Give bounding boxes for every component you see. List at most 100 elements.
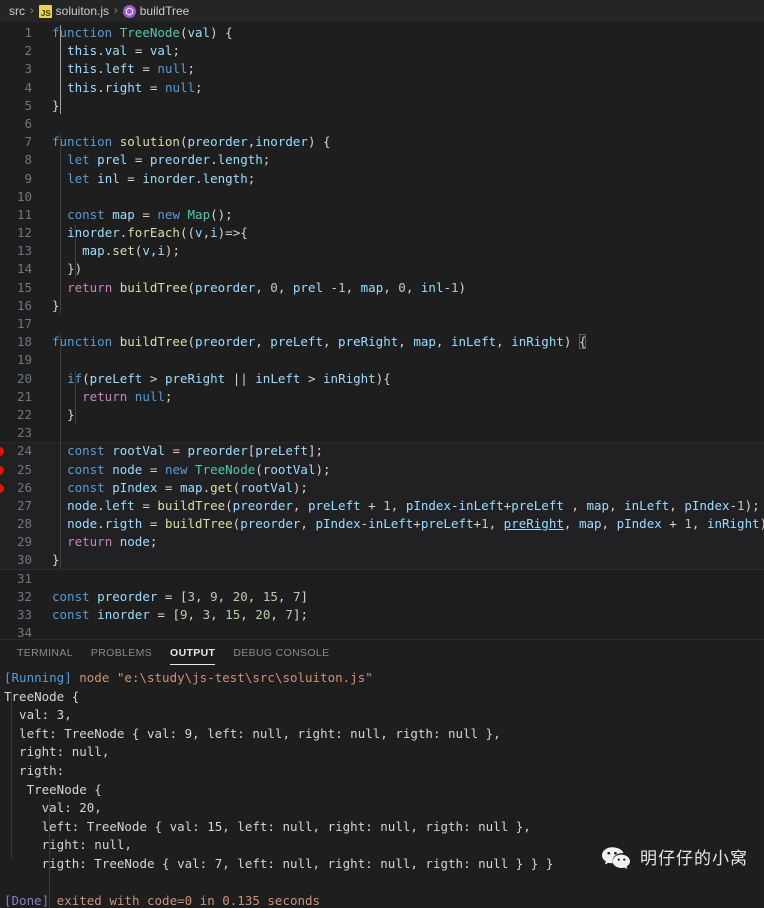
code-line-text: if(preLeft > preRight || inLeft > inRigh…	[67, 370, 391, 386]
code-line[interactable]: 5}	[0, 97, 764, 115]
output-done-tag: [Done]	[4, 893, 50, 908]
breakpoint-icon[interactable]	[0, 483, 4, 493]
code-line[interactable]: 14 })	[0, 260, 764, 278]
line-number: 10	[16, 188, 32, 204]
output-running-tag: [Running]	[4, 670, 72, 685]
code-line[interactable]: 7 function solution(preorder,inorder) {	[0, 133, 764, 151]
watermark: 明仔仔的小窝	[601, 846, 748, 872]
code-line[interactable]: 17	[0, 315, 764, 333]
breadcrumb-item-folder[interactable]: src	[9, 4, 25, 18]
watermark-text: 明仔仔的小窝	[640, 848, 748, 869]
code-line[interactable]: 25 const node = new TreeNode(rootVal);	[0, 460, 764, 479]
code-line[interactable]: 21 return null;	[0, 388, 764, 406]
code-line[interactable]: 22 }	[0, 406, 764, 424]
code-line-text: const pIndex = map.get(rootVal);	[67, 479, 308, 495]
output-line: val: 20,	[4, 800, 102, 816]
panel-tab-bar[interactable]: TERMINAL PROBLEMS OUTPUT DEBUG CONSOLE	[0, 640, 764, 666]
panel-tab-terminal[interactable]: TERMINAL	[8, 640, 82, 666]
breadcrumb[interactable]: src › JS soluiton.js › buildTree	[0, 0, 764, 22]
panel-tab-output[interactable]: OUTPUT	[161, 640, 224, 666]
code-line-text	[44, 424, 52, 442]
code-line[interactable]: 15 return buildTree(preorder, 0, prel -1…	[0, 279, 764, 297]
code-line[interactable]: 26 const pIndex = map.get(rootVal);	[0, 478, 764, 497]
code-line[interactable]: 2 this.val = val;	[0, 42, 764, 60]
code-line[interactable]: 18 function buildTree(preorder, preLeft, …	[0, 333, 764, 351]
line-number: 30	[16, 552, 32, 568]
wechat-logo-icon	[601, 846, 631, 872]
panel-tab-debug-console[interactable]: DEBUG CONSOLE	[224, 640, 338, 666]
output-done-line: [Done] exited with code=0 in 0.135 secon…	[0, 892, 764, 908]
code-line[interactable]: 31	[0, 570, 764, 588]
code-line[interactable]: 9 let inl = inorder.length;	[0, 170, 764, 188]
line-number: 29	[16, 534, 32, 550]
code-line[interactable]: 6	[0, 115, 764, 133]
line-number: 24	[0, 442, 44, 460]
line-number: 16	[16, 297, 32, 313]
code-line[interactable]: 16}	[0, 297, 764, 315]
code-line[interactable]: 3 this.left = null;	[0, 60, 764, 78]
code-line-text: }	[52, 552, 60, 568]
breakpoint-icon[interactable]	[0, 465, 4, 475]
code-line[interactable]: 24 const rootVal = preorder[preLeft];	[0, 442, 764, 461]
code-line[interactable]: 23	[0, 424, 764, 442]
indent-guide	[60, 134, 61, 315]
line-number: 5	[24, 97, 32, 113]
output-line: rigth:	[4, 762, 65, 778]
code-line[interactable]: 12 inorder.forEach((v,i)=>{	[0, 224, 764, 242]
line-number: 4	[24, 79, 32, 95]
breakpoint-icon[interactable]	[0, 447, 4, 457]
breadcrumb-item-file[interactable]: JS soluiton.js	[38, 4, 109, 18]
line-number: 15	[16, 279, 32, 295]
output-line: TreeNode {	[4, 688, 80, 704]
code-line-text: })	[67, 261, 83, 277]
indent-guide	[60, 25, 61, 114]
line-number: 19	[16, 352, 32, 368]
code-line-text: const rootVal = preorder[preLeft];	[67, 443, 324, 459]
code-line[interactable]: 1 function TreeNode(val) {	[0, 24, 764, 42]
line-number: 3	[24, 61, 32, 77]
code-line[interactable]: 30}	[0, 551, 764, 570]
output-line: right: null,	[4, 744, 110, 760]
breadcrumb-item-symbol[interactable]: buildTree	[122, 4, 189, 18]
line-number: 17	[16, 316, 32, 331]
line-number: 31	[16, 570, 32, 586]
code-line[interactable]: 11 const map = new Map();	[0, 206, 764, 224]
code-line-text: const preorder = [3, 9, 20, 15, 7]	[52, 588, 309, 604]
line-number: 6	[24, 115, 32, 131]
code-line-text	[44, 115, 52, 133]
bottom-panel: TERMINAL PROBLEMS OUTPUT DEBUG CONSOLE [Run…	[0, 639, 764, 908]
output-indent-guide-1	[11, 690, 12, 858]
panel-tab-problems[interactable]: PROBLEMS	[82, 640, 161, 666]
line-number: 33	[16, 607, 32, 622]
code-line[interactable]: 28 node.rigth = buildTree(preorder, pInd…	[0, 515, 764, 534]
code-line[interactable]: 32 const preorder = [3, 9, 20, 15, 7]	[0, 588, 764, 606]
code-line[interactable]: 10	[0, 188, 764, 206]
code-line-text	[44, 624, 52, 639]
code-line-text	[44, 570, 52, 588]
code-line-text: const inorder = [9, 3, 15, 20, 7];	[52, 607, 309, 622]
vscode-window: src › JS soluiton.js › buildTree 1 functi…	[0, 0, 764, 908]
output-panel-content[interactable]: [Running] node "e:\study\js-test\src\sol…	[0, 666, 764, 908]
code-line-text: map.set(v,i);	[82, 243, 180, 259]
output-running-command: node "e:\study\js-test\src\soluiton.js"	[71, 670, 373, 685]
code-line[interactable]: 19	[0, 351, 764, 369]
code-editor[interactable]: 1 function TreeNode(val) {2 this.val = va…	[0, 22, 764, 639]
line-number: 23	[16, 425, 32, 441]
line-number: 1	[24, 25, 32, 40]
code-line-text: this.val = val;	[67, 43, 180, 59]
line-number: 25	[0, 461, 44, 479]
code-line-text: node.rigth = buildTree(preorder, pIndex-…	[67, 516, 764, 532]
code-line[interactable]: 34	[0, 624, 764, 639]
code-line[interactable]: 8 let prel = preorder.length;	[0, 151, 764, 169]
indent-guide	[75, 225, 76, 278]
code-line[interactable]: 13 map.set(v,i);	[0, 242, 764, 260]
code-line[interactable]: 33 const inorder = [9, 3, 15, 20, 7];	[0, 606, 764, 624]
code-line[interactable]: 27 node.left = buildTree(preorder, preLe…	[0, 496, 764, 516]
code-line-text: function buildTree(preorder, preLeft, pr…	[52, 334, 587, 350]
code-line[interactable]: 29 return node;	[0, 533, 764, 552]
code-line[interactable]: 4 this.right = null;	[0, 79, 764, 97]
code-lines-container[interactable]: 1 function TreeNode(val) {2 this.val = va…	[0, 22, 764, 639]
output-indent-guide-2	[49, 799, 50, 908]
code-line-text: function solution(preorder,inorder) {	[52, 134, 331, 150]
code-line[interactable]: 20 if(preLeft > preRight || inLeft > inR…	[0, 370, 764, 388]
